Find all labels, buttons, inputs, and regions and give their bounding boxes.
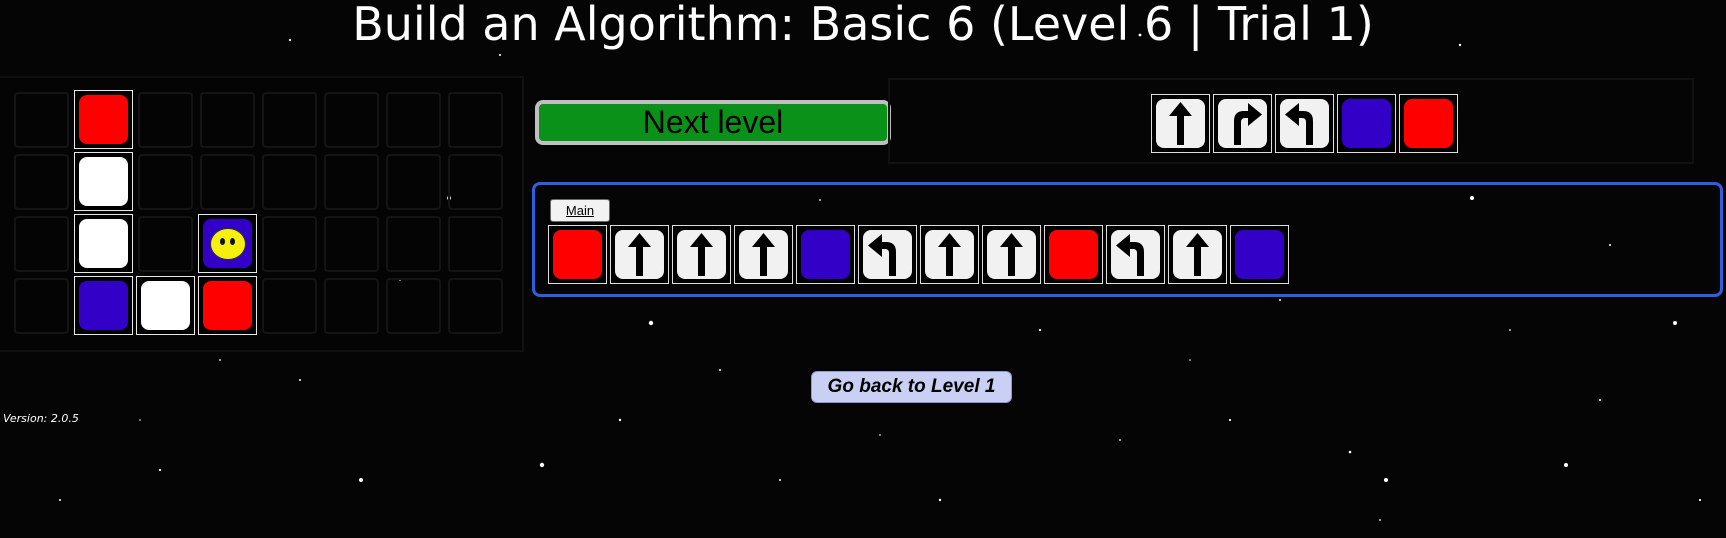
command-palette <box>888 78 1694 164</box>
palette-turn-left-command[interactable] <box>1275 94 1334 153</box>
board-cell <box>138 92 193 148</box>
board-cell <box>386 92 441 148</box>
main-program-area[interactable]: Main <box>532 182 1723 297</box>
board-cell <box>386 216 441 272</box>
program-red-color-command[interactable] <box>548 225 607 284</box>
page-title: Build an Algorithm: Basic 6 (Level 6 | T… <box>352 0 1374 51</box>
board-tile-blue <box>198 214 257 273</box>
board-cell <box>14 278 69 334</box>
palette-red-color-command[interactable] <box>1399 94 1458 153</box>
board-cell <box>262 216 317 272</box>
turn-left-icon <box>1285 103 1313 145</box>
palette-blue-color-command[interactable] <box>1337 94 1396 153</box>
version-label: Version: 2.0.5 <box>3 412 79 425</box>
board-tile-red <box>198 276 257 335</box>
board-cell <box>138 216 193 272</box>
palette-forward-command[interactable] <box>1151 94 1210 153</box>
arrow-up-icon <box>752 233 775 276</box>
board-cell <box>200 92 255 148</box>
program-blue-color-command[interactable] <box>1230 225 1289 284</box>
board-cell <box>324 154 379 210</box>
program-red-color-command[interactable] <box>1044 225 1103 284</box>
program-forward-command[interactable] <box>920 225 979 284</box>
next-level-button[interactable]: Next level <box>535 100 891 145</box>
go-back-level-1-button[interactable]: Go back to Level 1 <box>811 371 1012 403</box>
board-cell <box>14 216 69 272</box>
board-cell <box>386 154 441 210</box>
program-forward-command[interactable] <box>672 225 731 284</box>
board-tile-white <box>74 214 133 273</box>
arrow-up-icon <box>690 233 713 276</box>
turn-left-icon <box>868 234 896 276</box>
game-board <box>0 76 524 352</box>
board-cell <box>448 216 503 272</box>
arrow-up-icon <box>938 233 961 276</box>
turn-left-icon <box>1116 234 1144 276</box>
program-forward-command[interactable] <box>1168 225 1227 284</box>
board-cell <box>448 154 503 210</box>
arrow-up-icon <box>628 233 651 276</box>
board-tile-white <box>136 276 195 335</box>
arrow-up-icon <box>1000 233 1023 276</box>
board-cell <box>262 278 317 334</box>
main-tab[interactable]: Main <box>550 199 610 222</box>
program-forward-command[interactable] <box>982 225 1041 284</box>
board-cell <box>14 154 69 210</box>
board-tile-blue <box>74 276 133 335</box>
smiley-face-icon <box>210 228 246 260</box>
board-cell <box>14 92 69 148</box>
board-cell <box>262 92 317 148</box>
board-cell <box>200 154 255 210</box>
board-cell <box>324 92 379 148</box>
program-turn-left-command[interactable] <box>1106 225 1165 284</box>
board-cell <box>138 154 193 210</box>
board-cell <box>324 278 379 334</box>
program-forward-command[interactable] <box>610 225 669 284</box>
board-tile-red <box>74 90 133 149</box>
board-cell <box>448 92 503 148</box>
palette-turn-right-command[interactable] <box>1213 94 1272 153</box>
board-cell <box>324 216 379 272</box>
board-cell <box>386 278 441 334</box>
board-cell <box>262 154 317 210</box>
turn-right-icon <box>1234 103 1262 145</box>
program-turn-left-command[interactable] <box>858 225 917 284</box>
arrow-up-icon <box>1186 233 1209 276</box>
board-tile-white <box>74 152 133 211</box>
program-forward-command[interactable] <box>734 225 793 284</box>
program-blue-color-command[interactable] <box>796 225 855 284</box>
board-cell <box>448 278 503 334</box>
arrow-up-icon <box>1169 102 1192 145</box>
